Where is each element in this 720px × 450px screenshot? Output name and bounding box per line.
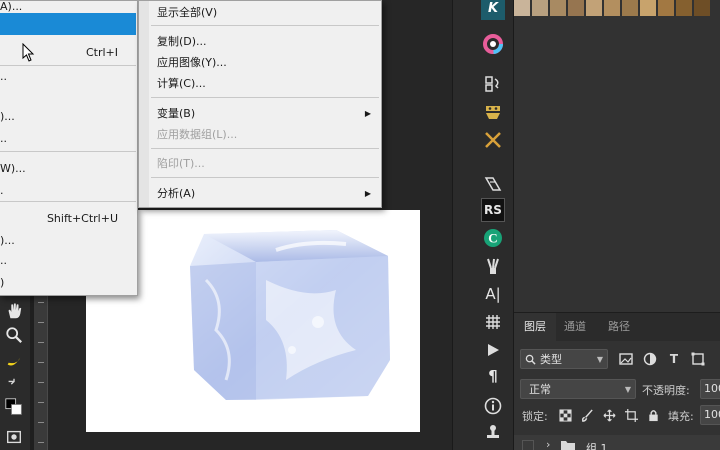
- brush-cross-icon[interactable]: [481, 128, 505, 152]
- menu-item-analysis[interactable]: 分析(A) ▶: [157, 183, 377, 203]
- swatch[interactable]: [550, 0, 566, 16]
- shape-filter-icon[interactable]: [690, 351, 706, 367]
- lock-artboard-icon[interactable]: [624, 408, 638, 422]
- menu-item[interactable]: ..: [0, 249, 136, 271]
- adjustments-menu: A)... Ctrl+I .. )... .. W)... . Shift+Ct…: [0, 0, 138, 296]
- menu-separator: [0, 151, 136, 152]
- banana-icon[interactable]: [2, 350, 26, 372]
- layer-filter-select[interactable]: 类型 ▼: [520, 349, 608, 369]
- info-icon[interactable]: [481, 394, 505, 418]
- swatch[interactable]: [658, 0, 674, 16]
- menu-item[interactable]: .: [0, 179, 136, 201]
- visibility-toggle-icon[interactable]: [522, 440, 534, 450]
- submenu-arrow-icon: ▶: [364, 108, 371, 118]
- menu-item[interactable]: )...: [0, 105, 136, 127]
- chevron-down-icon: ▼: [596, 354, 603, 364]
- tab-channels[interactable]: 通道: [554, 313, 596, 341]
- quick-mask-icon[interactable]: [2, 426, 26, 448]
- c-plugin-icon[interactable]: C: [481, 226, 505, 250]
- rs-plugin-icon[interactable]: RS: [481, 198, 505, 222]
- svg-text:C: C: [488, 231, 497, 246]
- adjustment-filter-icon[interactable]: [642, 351, 658, 367]
- hand-tool-icon[interactable]: [2, 300, 26, 322]
- mouse-cursor-icon: [22, 43, 35, 62]
- search-icon: [525, 354, 536, 365]
- paragraph-icon[interactable]: ¶: [481, 364, 505, 388]
- swatch[interactable]: [604, 0, 620, 16]
- swatches-panel: [514, 0, 720, 18]
- swatch[interactable]: [640, 0, 656, 16]
- menu-item-duplicate[interactable]: 复制(D)...: [157, 31, 377, 51]
- menu-item[interactable]: Shift+Ctrl+U: [0, 207, 136, 229]
- swatch[interactable]: [694, 0, 710, 16]
- expand-chevron-icon[interactable]: ›: [546, 438, 550, 450]
- grid-icon[interactable]: [481, 310, 505, 334]
- menu-item-reveal-all[interactable]: 显示全部(V): [157, 2, 377, 22]
- menu-item[interactable]: ..: [0, 127, 136, 149]
- history-icon[interactable]: [481, 72, 505, 96]
- swatch[interactable]: [622, 0, 638, 16]
- swap-colors-icon[interactable]: [2, 374, 26, 396]
- menu-shortcut: Ctrl+I: [85, 45, 118, 59]
- opacity-label: 不透明度:: [642, 384, 690, 397]
- fill-input[interactable]: 100: [700, 405, 720, 425]
- menu-separator: [151, 148, 379, 149]
- folder-icon: [561, 441, 575, 450]
- menu-item-trap: 陷印(T)...: [157, 157, 205, 170]
- mask-icon[interactable]: [481, 100, 505, 124]
- lock-label: 锁定:: [522, 410, 548, 423]
- submenu-arrow-icon: ▶: [364, 188, 371, 198]
- lock-all-icon[interactable]: [646, 408, 660, 422]
- menu-item-variables[interactable]: 变量(B) ▶: [157, 103, 377, 123]
- sharpen-icon[interactable]: [481, 172, 505, 196]
- color-wheel-icon[interactable]: [481, 32, 505, 56]
- swatch[interactable]: [514, 0, 530, 16]
- lock-position-icon[interactable]: [602, 408, 616, 422]
- menu-item-apply-image[interactable]: 应用图像(Y)...: [157, 52, 377, 72]
- swatch[interactable]: [676, 0, 692, 16]
- menu-separator: [0, 201, 136, 202]
- stamp-icon[interactable]: [481, 420, 505, 444]
- panel-icon-strip: K RS C A| ¶: [452, 0, 514, 450]
- lock-brush-icon[interactable]: [580, 408, 594, 422]
- color-swatches-icon[interactable]: [2, 396, 26, 418]
- layers-tabs: 图层 通道 路径: [514, 313, 720, 341]
- menu-separator: [151, 97, 379, 98]
- layers-panel: 图层 通道 路径 类型 ▼ T 正常 ▼ 不透明度: 100 锁定: 填充: 1…: [514, 312, 720, 450]
- lock-transparent-icon[interactable]: [558, 408, 572, 422]
- menu-separator: [151, 177, 379, 178]
- pixel-filter-icon[interactable]: [618, 351, 634, 367]
- layer-name: 组 1: [586, 442, 608, 450]
- image-menu: 显示全部(V) 复制(D)... 应用图像(Y)... 计算(C)... 变量(…: [138, 0, 382, 208]
- blend-mode-select[interactable]: 正常 ▼: [520, 379, 636, 399]
- play-icon[interactable]: [481, 338, 505, 362]
- menu-item[interactable]: ): [0, 271, 136, 293]
- chevron-down-icon: ▼: [624, 384, 631, 394]
- layer-row[interactable]: › 组 1: [514, 435, 720, 450]
- plugin-k-icon[interactable]: K: [481, 0, 505, 20]
- swatch[interactable]: [586, 0, 602, 16]
- tab-paths[interactable]: 路径: [598, 313, 640, 341]
- menu-item-calculations[interactable]: 计算(C)...: [157, 73, 377, 93]
- vertical-ruler: [34, 292, 48, 450]
- opacity-input[interactable]: 100: [700, 379, 720, 399]
- menu-separator: [151, 25, 379, 26]
- menu-item[interactable]: )...: [0, 229, 136, 251]
- menu-shortcut: Shift+Ctrl+U: [46, 211, 118, 225]
- menu-item-highlighted[interactable]: [0, 13, 136, 35]
- tab-layers[interactable]: 图层: [514, 313, 556, 341]
- tools-panel: [0, 292, 30, 450]
- fill-label: 填充:: [668, 410, 694, 423]
- zoom-tool-icon[interactable]: [2, 324, 26, 346]
- type-filter-icon[interactable]: T: [666, 351, 682, 367]
- brushes-icon[interactable]: [481, 254, 505, 278]
- menu-item[interactable]: ..: [0, 65, 136, 87]
- swatch[interactable]: [568, 0, 584, 16]
- menu-item-apply-data-set: 应用数据组(L)...: [157, 128, 238, 141]
- swatch[interactable]: [532, 0, 548, 16]
- menu-item[interactable]: W)...: [0, 157, 136, 179]
- character-icon[interactable]: A|: [481, 282, 505, 306]
- menu-item[interactable]: Ctrl+I: [0, 41, 136, 63]
